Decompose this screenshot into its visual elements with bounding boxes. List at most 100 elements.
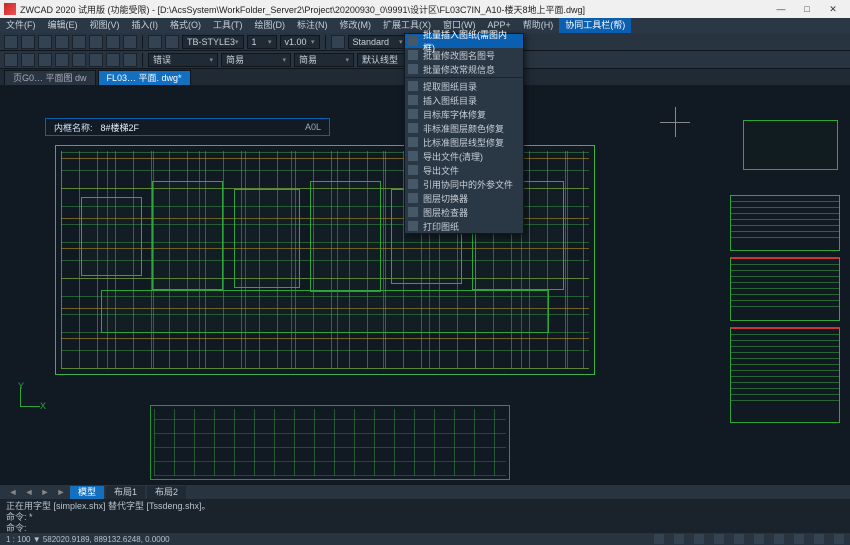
menu-item[interactable]: 目标库字体修复	[405, 107, 523, 121]
menu-item[interactable]: 导出文件(清理)	[405, 149, 523, 163]
tool-icon[interactable]	[21, 35, 35, 49]
menu-item-icon	[408, 221, 418, 231]
standard-dropdown[interactable]: Standard▾	[348, 35, 408, 49]
tool-icon[interactable]	[106, 53, 120, 67]
menu-item[interactable]: 比标准图层线型修复	[405, 135, 523, 149]
tool-icon[interactable]	[55, 53, 69, 67]
tool-icon[interactable]	[123, 53, 137, 67]
tool-icon[interactable]	[38, 35, 52, 49]
layer-dropdown-1[interactable]: 错误▾	[148, 53, 218, 67]
tool-icon[interactable]	[4, 53, 18, 67]
status-icon[interactable]	[754, 534, 764, 544]
tool-icon[interactable]	[55, 35, 69, 49]
tool-icon[interactable]	[72, 53, 86, 67]
menu-item[interactable]: 工具(T)	[207, 18, 249, 33]
layout-nav-button[interactable]: ►	[54, 487, 68, 497]
layout-tab[interactable]: 布局2	[147, 486, 186, 499]
menu-item-label: 提取图纸目录	[423, 80, 477, 93]
document-tab[interactable]: 页G0… 平面图 dw	[4, 70, 96, 85]
menu-item-label: 导出文件	[423, 164, 459, 177]
menu-item-label: 比标准图层线型修复	[423, 136, 504, 149]
menu-item[interactable]: 绘图(D)	[249, 18, 292, 33]
tool-icon[interactable]	[38, 53, 52, 67]
layout-tab[interactable]: 模型	[70, 486, 104, 499]
layout-tab[interactable]: 布局1	[106, 486, 145, 499]
scale-b-dropdown[interactable]: v1.00▾	[280, 35, 320, 49]
status-icon[interactable]	[714, 534, 724, 544]
menu-item-label: 批量修改常规信息	[423, 63, 495, 76]
menu-item[interactable]: 视图(V)	[84, 18, 126, 33]
layer-dropdown-2[interactable]: 简易▾	[221, 53, 291, 67]
document-tab[interactable]: FL03… 平面. dwg*	[98, 70, 191, 85]
menu-item-label: 引用协同中的外参文件	[423, 178, 513, 191]
status-icon[interactable]	[654, 534, 664, 544]
separator	[142, 35, 143, 49]
menu-item[interactable]: 文件(F)	[0, 18, 42, 33]
menu-item[interactable]: 格式(O)	[164, 18, 207, 33]
menu-item-label: 非标准图层颜色修复	[423, 122, 504, 135]
menu-item-label: 批量修改图名图号	[423, 49, 495, 62]
menu-item-icon	[408, 64, 418, 74]
frame-size: A0L	[305, 122, 321, 132]
status-icon[interactable]	[674, 534, 684, 544]
tool-icon[interactable]	[106, 35, 120, 49]
menu-item-label: 插入图纸目录	[423, 94, 477, 107]
menu-item-label: 打印图纸	[423, 220, 459, 233]
minimize-button[interactable]: —	[768, 1, 794, 17]
layout-nav-button[interactable]: ►	[38, 487, 52, 497]
separator	[142, 53, 143, 67]
menu-item[interactable]: 插入图纸目录	[405, 93, 523, 107]
menu-item[interactable]: 图层切换器	[405, 191, 523, 205]
menu-item[interactable]: 协同工具栏(帮)	[559, 18, 631, 33]
menu-item[interactable]: 批量修改图名图号	[405, 48, 523, 62]
tool-icon[interactable]	[165, 35, 179, 49]
close-button[interactable]: ✕	[820, 1, 846, 17]
menu-item[interactable]: 引用协同中的外参文件	[405, 177, 523, 191]
status-coords: 1 : 100 ▼ 582020.9189, 889132.6248, 0.00…	[6, 535, 170, 544]
menu-item[interactable]: 标注(N)	[291, 18, 334, 33]
menu-item[interactable]: 导出文件	[405, 163, 523, 177]
frame-value: 8#楼梯2F	[101, 121, 140, 134]
command-line: 正在用字型 [simplex.shx] 替代字型 [Tssdeng.shx]。	[6, 501, 844, 512]
status-icon[interactable]	[794, 534, 804, 544]
layout-tabs: ◄◄►►模型布局1布局2	[0, 485, 850, 499]
layer-dropdown-3[interactable]: 简易▾	[294, 53, 354, 67]
layout-nav-button[interactable]: ◄	[22, 487, 36, 497]
menu-item[interactable]: 插入(I)	[126, 18, 165, 33]
cursor-crosshair-icon	[660, 107, 690, 137]
status-icon[interactable]	[734, 534, 744, 544]
tool-icon[interactable]	[89, 53, 103, 67]
menu-item[interactable]: 批量修改常规信息	[405, 62, 523, 76]
menu-item[interactable]: 帮助(H)	[517, 18, 560, 33]
tool-icon[interactable]	[331, 35, 345, 49]
menu-item[interactable]: 批量插入图纸(需图内框)	[405, 34, 523, 48]
menu-item[interactable]: 图层检查器	[405, 205, 523, 219]
menu-item[interactable]: 打印图纸	[405, 219, 523, 233]
tool-icon[interactable]	[4, 35, 18, 49]
layer-style-dropdown[interactable]: TB-STYLE3▾	[182, 35, 244, 49]
status-icon[interactable]	[834, 534, 844, 544]
status-icon[interactable]	[814, 534, 824, 544]
app-icon	[4, 3, 16, 15]
menu-item-icon	[408, 179, 418, 189]
menu-separator	[405, 77, 523, 78]
menu-item[interactable]: 修改(M)	[334, 18, 378, 33]
tool-icon[interactable]	[148, 35, 162, 49]
separator	[325, 35, 326, 49]
menu-item-icon	[408, 165, 418, 175]
status-icon[interactable]	[694, 534, 704, 544]
menu-item[interactable]: 编辑(E)	[42, 18, 84, 33]
tool-icon[interactable]	[123, 35, 137, 49]
status-icon[interactable]	[774, 534, 784, 544]
tool-icon[interactable]	[72, 35, 86, 49]
maximize-button[interactable]: □	[794, 1, 820, 17]
menu-item[interactable]: 非标准图层颜色修复	[405, 121, 523, 135]
layout-nav-button[interactable]: ◄	[6, 487, 20, 497]
menu-item[interactable]: 提取图纸目录	[405, 79, 523, 93]
tool-icon[interactable]	[21, 53, 35, 67]
tool-icon[interactable]	[89, 35, 103, 49]
legend-box	[743, 120, 838, 170]
command-panel[interactable]: 正在用字型 [simplex.shx] 替代字型 [Tssdeng.shx]。 …	[0, 499, 850, 533]
scale-a-dropdown[interactable]: 1▾	[247, 35, 277, 49]
titlebar: ZWCAD 2020 试用版 (功能受限) - [D:\AcsSystem\Wo…	[0, 0, 850, 18]
